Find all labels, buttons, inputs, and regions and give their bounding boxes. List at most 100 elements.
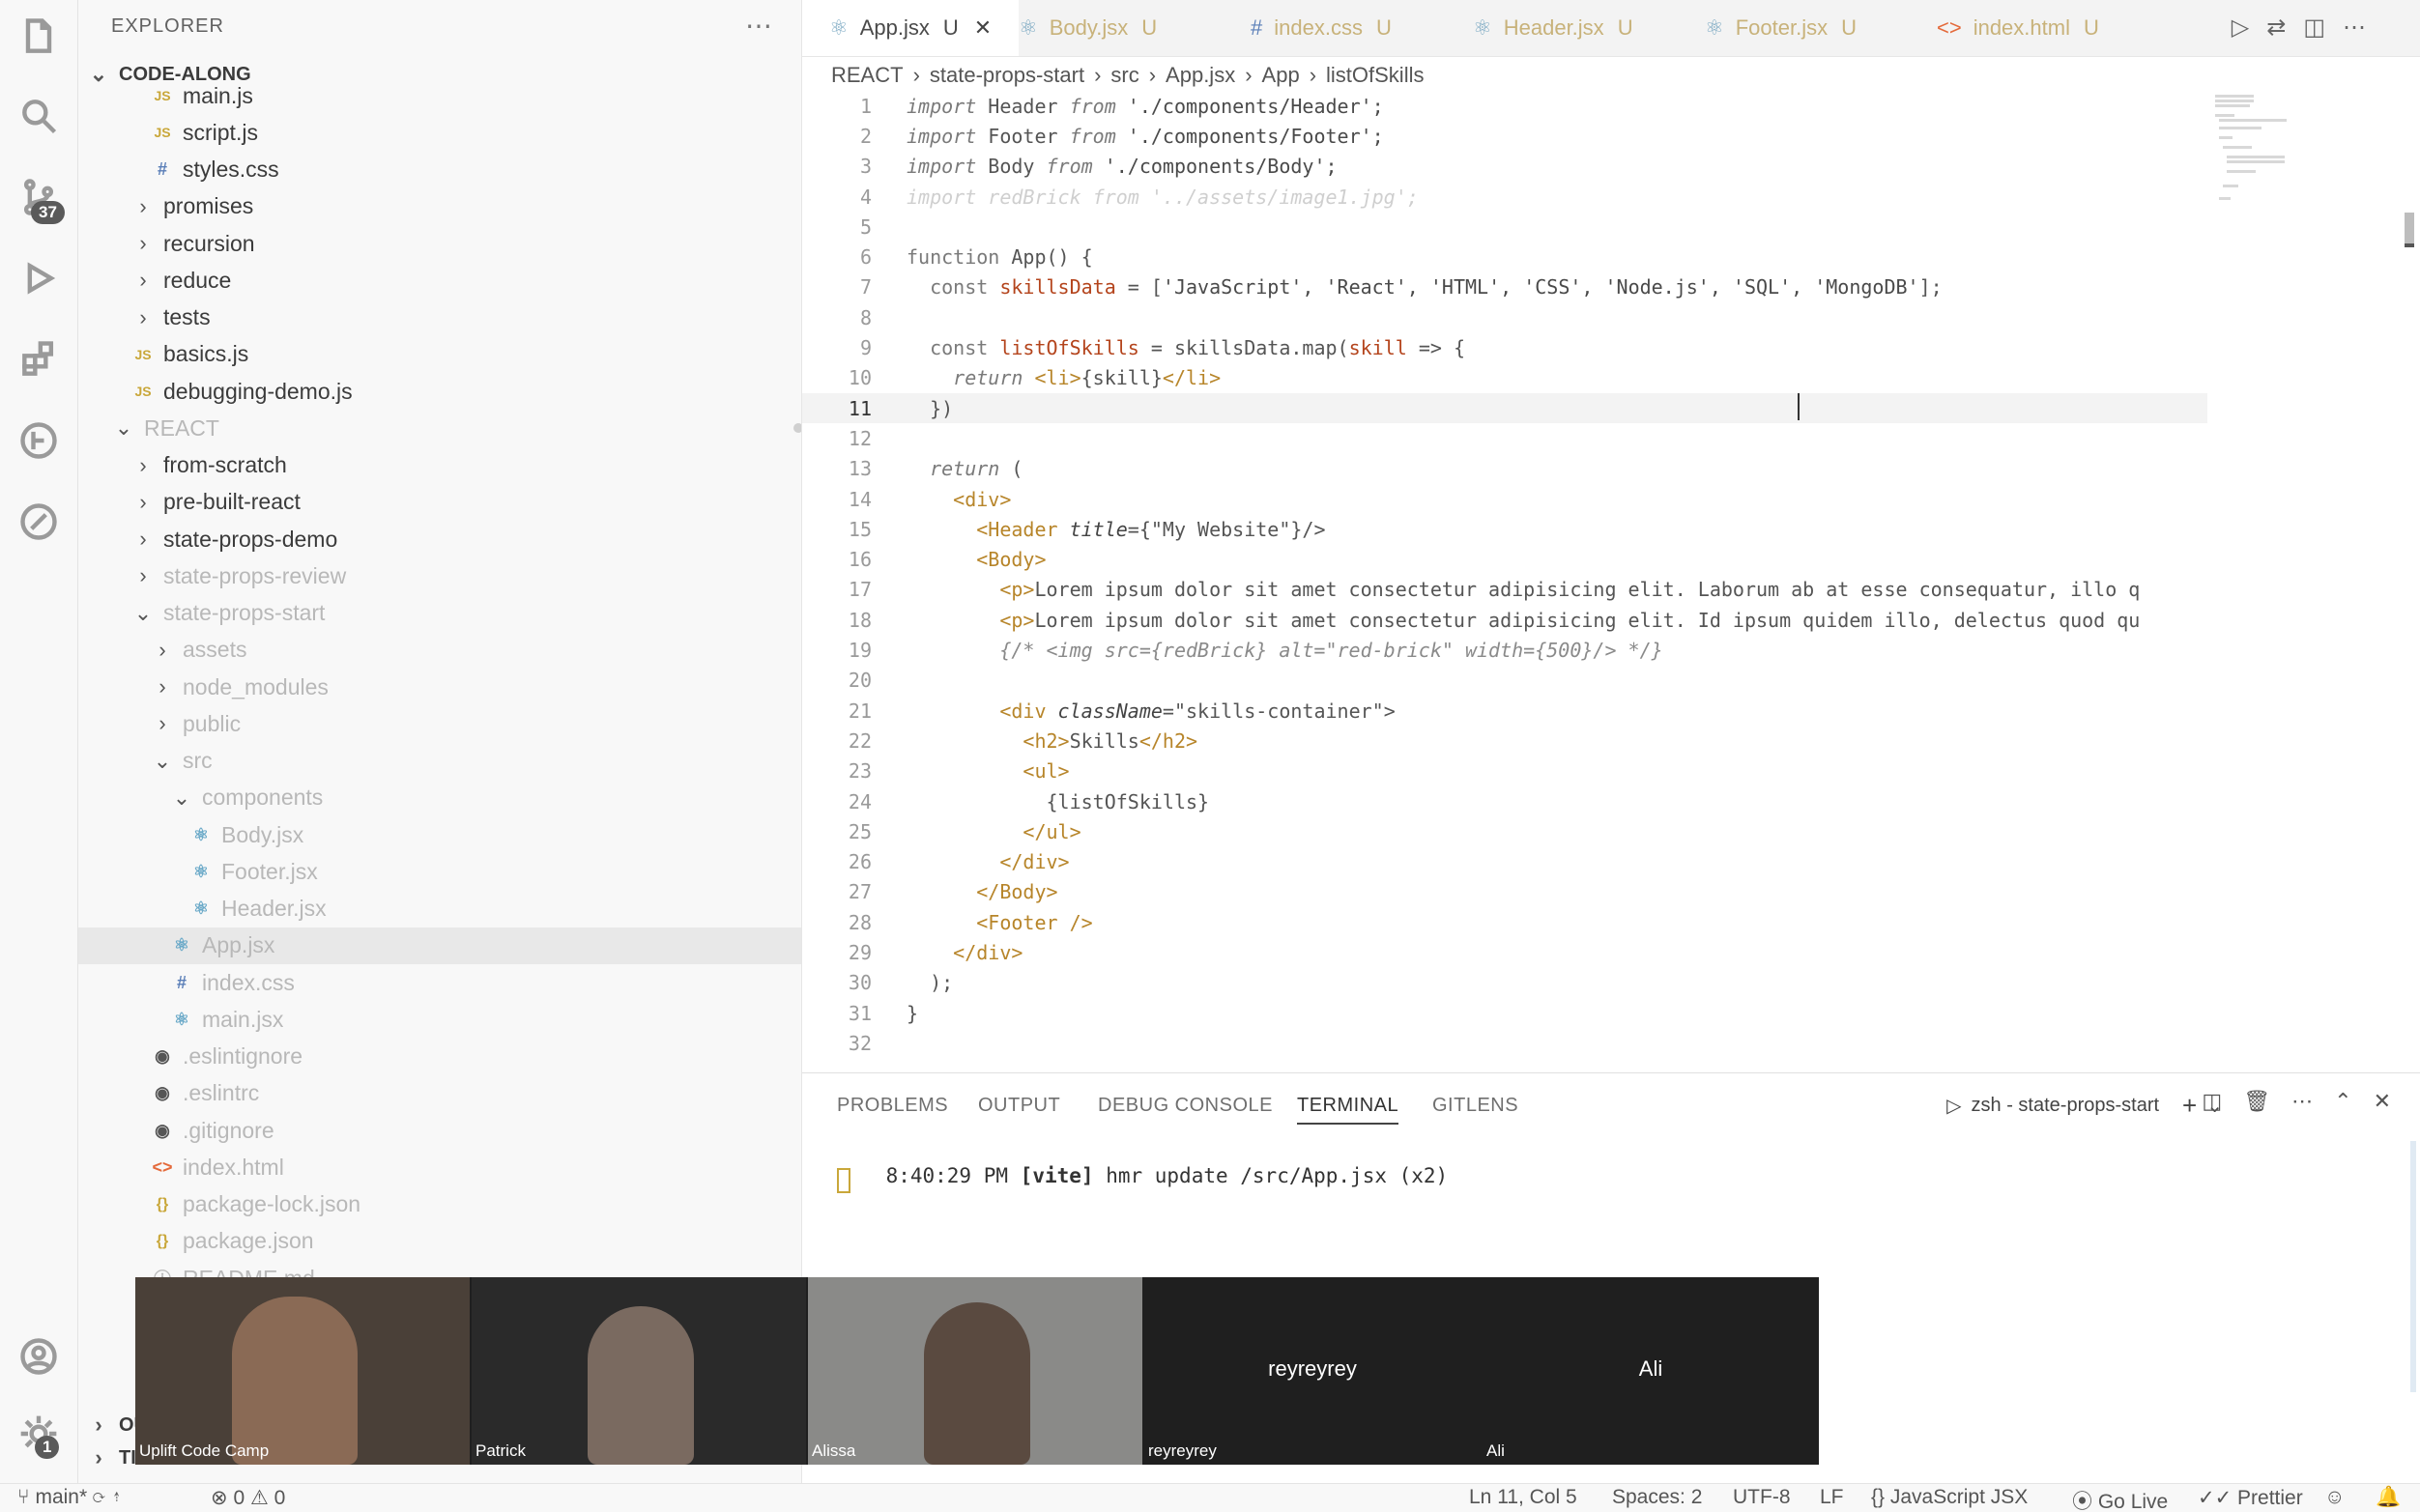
more-actions-icon[interactable]: ⋯ [745, 10, 772, 42]
run-debug-icon[interactable] [15, 255, 62, 301]
tree-file[interactable]: JSbasics.js [78, 336, 802, 373]
go-live-button[interactable]: ⦿ Go Live [2072, 1486, 2168, 1512]
prettier-status[interactable]: ✓✓ Prettier [2198, 1486, 2303, 1510]
tree-folder[interactable]: ›state-props-demo [78, 521, 802, 557]
tree-file[interactable]: JSscript.js [78, 114, 802, 151]
editor-tab[interactable]: ⚛Body.jsxU [992, 0, 1251, 56]
terminal-selector[interactable]: ▷ zsh - state-props-start + ⌄ [1946, 1091, 2223, 1121]
breadcrumb-item[interactable]: src [1110, 63, 1138, 88]
run-icon[interactable]: ▷ [2232, 14, 2249, 42]
breadcrumb-item[interactable]: App [1262, 63, 1300, 88]
maximize-panel-icon[interactable]: ⌃ [2334, 1089, 2351, 1114]
code-line: 4import redBrick from '../assets/image1.… [802, 182, 2207, 212]
video-tile[interactable]: Ali Ali [1483, 1277, 1819, 1465]
tree-file[interactable]: JSdebugging-demo.js [78, 373, 802, 410]
remote-explorer-icon[interactable] [15, 499, 62, 545]
code-line: 22 <h2>Skills</h2> [802, 726, 2207, 756]
compare-changes-icon[interactable]: ⇄ [2266, 14, 2286, 42]
tree-folder[interactable]: ›state-props-review [78, 557, 802, 594]
tree-file[interactable]: <>index.htmlU [78, 1149, 802, 1185]
tree-folder[interactable]: ›recursion [78, 225, 802, 262]
tree-item-label: basics.js [163, 341, 248, 367]
language-mode[interactable]: {} JavaScript JSX [1871, 1486, 2028, 1509]
tree-folder[interactable]: ›reduce [78, 262, 802, 299]
video-tile[interactable]: Patrick [472, 1277, 806, 1465]
sync-icon[interactable]: ⟳ [93, 1486, 105, 1508]
feedback-icon[interactable]: ☺ [2324, 1486, 2345, 1509]
breadcrumb-item[interactable]: state-props-start [930, 63, 1084, 88]
more-actions-icon[interactable]: ⋯ [2291, 1089, 2313, 1114]
extensions-icon[interactable] [15, 336, 62, 383]
editor-scrollbar[interactable] [2405, 93, 2414, 1059]
video-tile[interactable]: Uplift Code Camp [135, 1277, 470, 1465]
new-terminal-icon[interactable]: + [2182, 1091, 2197, 1121]
breadcrumb-item[interactable]: listOfSkills [1326, 63, 1424, 88]
account-icon[interactable] [15, 1333, 62, 1380]
code-line: 25 </ul> [802, 816, 2207, 846]
tree-file[interactable]: ◉.eslintrcU [78, 1075, 802, 1112]
tree-file[interactable]: JSmain.js [78, 77, 802, 114]
minimap[interactable] [2213, 93, 2290, 209]
close-tab-icon[interactable]: ✕ [974, 15, 992, 41]
line-ending[interactable]: LF [1820, 1486, 1844, 1509]
split-terminal-icon[interactable]: ◫ [2202, 1089, 2222, 1114]
publish-icon[interactable]: ⇡ [110, 1486, 123, 1508]
tree-folder[interactable]: ⌄REACT [78, 410, 802, 446]
tree-file[interactable]: ◉.gitignoreU [78, 1112, 802, 1149]
breadcrumb-separator-icon: › [1245, 63, 1252, 88]
tree-file[interactable]: ◉.eslintignoreU [78, 1039, 802, 1075]
tree-file[interactable]: ⚛Header.jsxU [78, 891, 802, 927]
tree-file[interactable]: ⚛Body.jsxU [78, 816, 802, 853]
video-tile[interactable]: reyreyrey reyreyrey [1144, 1277, 1481, 1465]
problems-status[interactable]: ⊗ 0 ⚠ 0 [211, 1486, 285, 1510]
encoding[interactable]: UTF-8 [1733, 1486, 1791, 1509]
tree-folder[interactable]: ⌄components [78, 780, 802, 816]
editor-tab[interactable]: ⚛App.jsxU✕ [802, 0, 1019, 56]
editor-tab[interactable]: #index.cssU [1224, 0, 1473, 56]
tree-file[interactable]: ⚛App.jsxU [78, 927, 802, 964]
editor-tab[interactable]: ⚛Header.jsxU [1446, 0, 1705, 56]
breadcrumb-item[interactable]: REACT [831, 63, 904, 88]
tree-file[interactable]: #index.cssU [78, 964, 802, 1001]
split-editor-icon[interactable]: ◫ [2303, 14, 2325, 42]
panel-tab[interactable]: PROBLEMS [837, 1095, 948, 1117]
tree-file[interactable]: {}package.jsonU [78, 1223, 802, 1260]
editor-tab[interactable]: ⚛Footer.jsxU [1678, 0, 1937, 56]
tree-file[interactable]: ⚛Footer.jsxU [78, 853, 802, 890]
tree-folder[interactable]: ›assets [78, 632, 802, 669]
panel-tab[interactable]: TERMINAL [1297, 1095, 1398, 1125]
chevron-right-icon: › [152, 638, 173, 663]
search-icon[interactable] [15, 93, 62, 139]
trash-icon[interactable]: 🗑 [2243, 1089, 2270, 1114]
tree-folder[interactable]: ›promises [78, 188, 802, 225]
html-file-icon: <> [1937, 15, 1962, 41]
code-editor[interactable]: 1import Header from './components/Header… [802, 91, 2252, 1067]
cursor-position[interactable]: Ln 11, Col 5 [1469, 1486, 1577, 1509]
notifications-bell-icon[interactable]: 🔔 [2376, 1486, 2401, 1509]
explorer-icon[interactable] [15, 14, 62, 60]
close-panel-icon[interactable]: ✕ [2374, 1089, 2391, 1114]
tree-file[interactable]: #styles.css [78, 152, 802, 188]
tree-folder[interactable]: ›tests [78, 300, 802, 336]
more-actions-icon[interactable]: ⋯ [2343, 14, 2366, 42]
tree-file[interactable]: ⚛main.jsxU [78, 1001, 802, 1038]
panel-tab[interactable]: GITLENS [1432, 1095, 1518, 1117]
panel-tab[interactable]: OUTPUT [978, 1095, 1060, 1117]
tree-folder[interactable]: ›pre-built-react [78, 484, 802, 521]
indentation[interactable]: Spaces: 2 [1612, 1486, 1702, 1509]
tree-item-label: .eslintignore [183, 1043, 302, 1070]
terminal-output[interactable]: 8:40:29 PM [vite] hmr update /src/App.js… [837, 1141, 1448, 1211]
tree-folder[interactable]: ⌄state-props-start [78, 595, 802, 632]
branch-status[interactable]: ⑂ main* ⟳ ⇡ [17, 1486, 123, 1509]
editor-tab[interactable]: <>index.htmlU [1910, 0, 2149, 56]
tree-folder[interactable]: ›public [78, 705, 802, 742]
tree-folder[interactable]: ⌄src [78, 743, 802, 780]
video-tile[interactable]: Alissa [808, 1277, 1142, 1465]
tree-file[interactable]: {}package-lock.jsonU [78, 1186, 802, 1223]
gitlens-icon[interactable] [15, 417, 62, 464]
tree-folder[interactable]: ›from-scratch [78, 447, 802, 484]
panel-tab[interactable]: DEBUG CONSOLE [1098, 1095, 1273, 1117]
tree-folder[interactable]: ›node_modules [78, 669, 802, 705]
breadcrumb-item[interactable]: App.jsx [1166, 63, 1235, 88]
react-file-icon: ⚛ [829, 15, 849, 41]
